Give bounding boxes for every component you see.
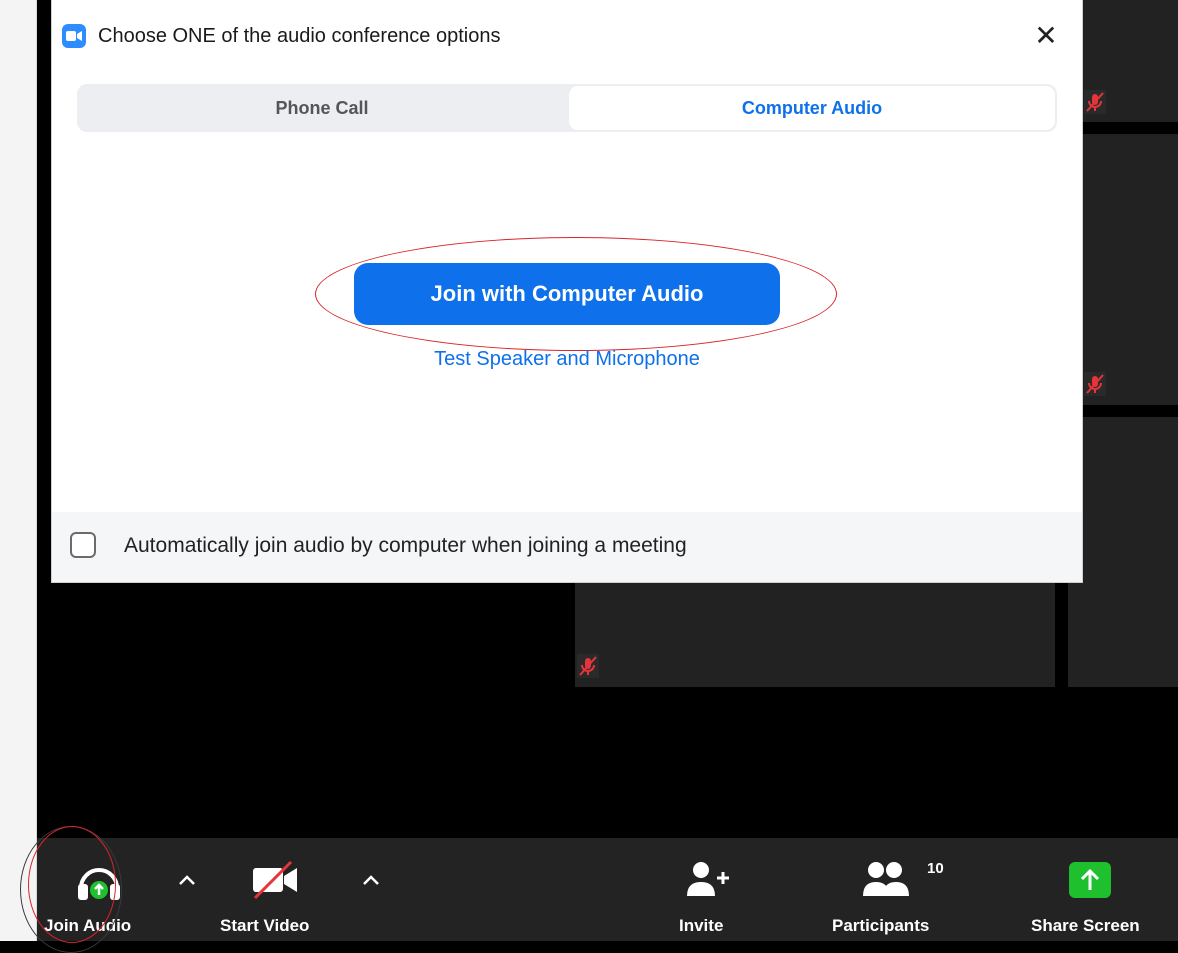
window-left-edge [0,0,37,941]
share-screen-icon [1069,860,1113,905]
share-screen-label: Share Screen [1031,916,1140,935]
tab-phone-call[interactable]: Phone Call [77,84,567,132]
dialog-title: Choose ONE of the audio conference optio… [98,24,501,47]
app-logo-icon [62,24,86,48]
meeting-toolbar: Join Audio Start Video Invite 10 Partici… [37,838,1178,941]
invite-button[interactable]: Invite [665,838,755,941]
start-video-button[interactable]: Start Video [217,838,347,941]
headphones-icon [75,858,123,907]
test-speaker-link[interactable]: Test Speaker and Microphone [52,348,1082,371]
muted-mic-icon [577,654,599,678]
video-off-icon [251,860,301,905]
add-person-icon [685,860,733,905]
video-tile [1080,0,1178,122]
video-tile [1080,134,1178,405]
video-tile [1068,417,1178,687]
join-audio-label: Join Audio [44,916,132,935]
invite-label: Invite [679,916,724,935]
muted-mic-icon [1084,372,1106,396]
dialog-footer: Automatically join audio by computer whe… [52,512,1082,582]
audio-tabs: Phone Call Computer Audio [77,84,1057,132]
dialog-title-row: Choose ONE of the audio conference optio… [62,22,500,50]
audio-options-dialog: Choose ONE of the audio conference optio… [52,0,1082,582]
start-video-label: Start Video [220,916,310,935]
muted-mic-icon [1084,90,1106,114]
join-computer-audio-button[interactable]: Join with Computer Audio [354,263,780,325]
tab-computer-audio[interactable]: Computer Audio [569,86,1055,130]
join-audio-button[interactable]: Join Audio [37,838,159,941]
share-screen-button[interactable]: Share Screen [1027,838,1167,941]
participants-label: Participants [832,916,930,935]
caret-up-icon[interactable] [357,866,385,894]
participants-count: 10 [927,860,944,877]
close-icon[interactable]: ✕ [1030,20,1062,52]
participants-button[interactable]: 10 Participants [827,838,967,941]
caret-up-icon[interactable] [173,866,201,894]
video-tile [575,582,1055,687]
auto-join-checkbox[interactable] [70,532,96,558]
auto-join-label: Automatically join audio by computer whe… [124,534,687,557]
participants-icon [863,860,911,905]
